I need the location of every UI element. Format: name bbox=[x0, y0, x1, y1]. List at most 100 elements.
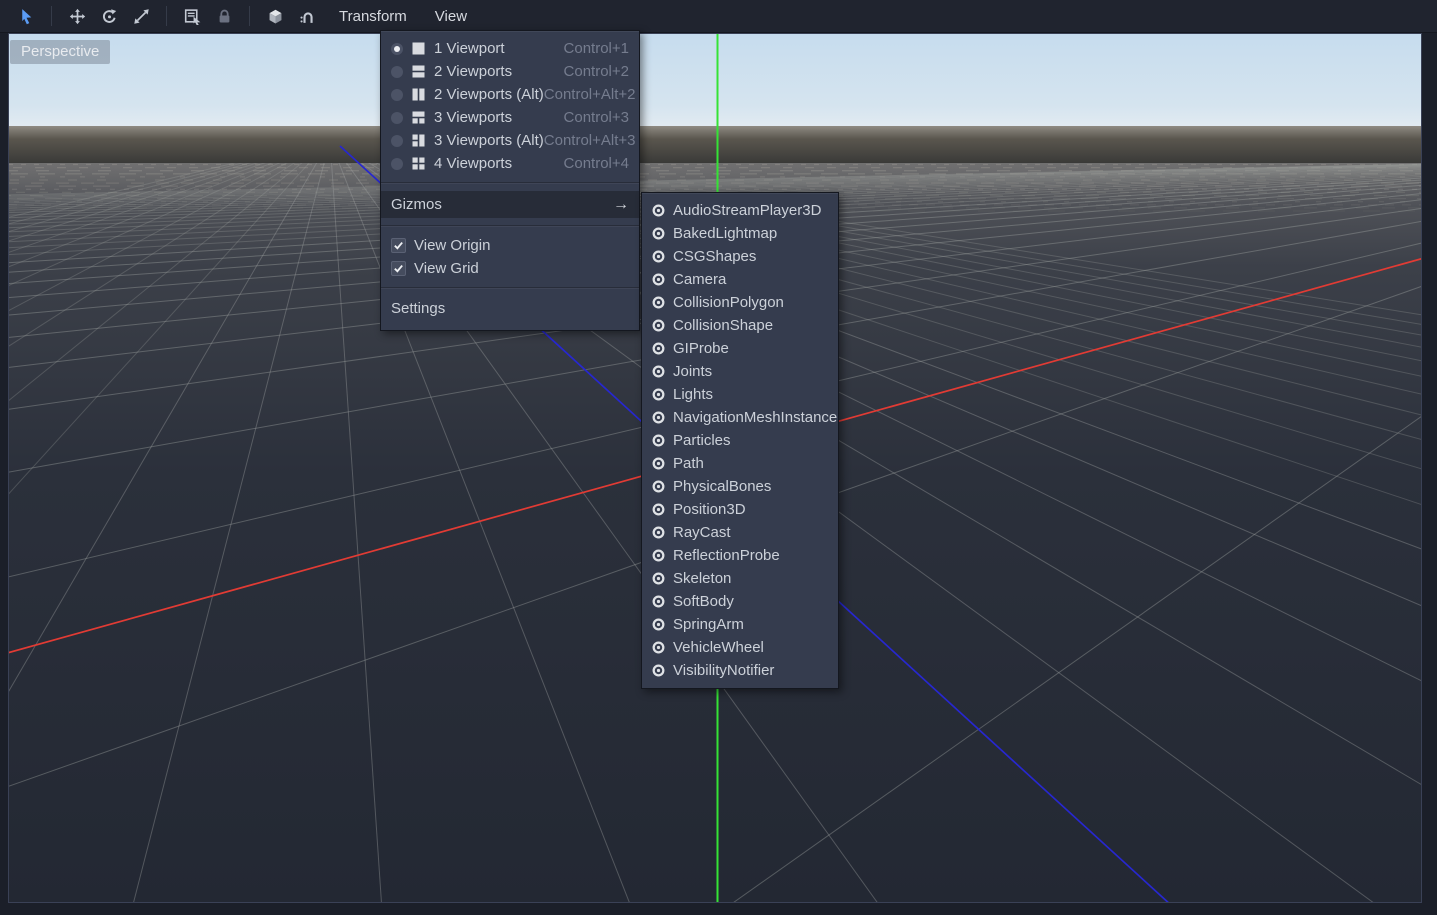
submenu-arrow-icon: → bbox=[442, 196, 629, 214]
rotate-tool-button[interactable] bbox=[94, 3, 124, 29]
gizmo-label: NavigationMeshInstance bbox=[673, 409, 837, 426]
gizmo-item-giprobe[interactable]: GIProbe bbox=[642, 337, 838, 360]
gizmo-item-navigationmeshinstance[interactable]: NavigationMeshInstance bbox=[642, 406, 838, 429]
scale-tool-button[interactable] bbox=[126, 3, 156, 29]
viewport-option-2-viewports-alt[interactable]: 2 Viewports (Alt)Control+Alt+2 bbox=[381, 83, 639, 106]
move-arrows-icon bbox=[69, 8, 86, 25]
gizmo-item-collisionpolygon[interactable]: CollisionPolygon bbox=[642, 291, 838, 314]
viewport-layout-icon-1 bbox=[411, 41, 426, 56]
radio-selected-icon bbox=[391, 43, 403, 55]
menu-item-view-origin[interactable]: View Origin bbox=[381, 234, 639, 257]
toggle-label: View Grid bbox=[414, 260, 479, 277]
visibility-eye-icon bbox=[651, 433, 666, 448]
menu-item-view-grid[interactable]: View Grid bbox=[381, 257, 639, 280]
gizmo-label: GIProbe bbox=[673, 340, 729, 357]
lock-selected-tool-button[interactable] bbox=[209, 3, 239, 29]
viewport-option-1-viewport[interactable]: 1 ViewportControl+1 bbox=[381, 37, 639, 60]
gizmo-item-joints[interactable]: Joints bbox=[642, 360, 838, 383]
visibility-eye-icon bbox=[651, 479, 666, 494]
gizmo-item-camera[interactable]: Camera bbox=[642, 268, 838, 291]
gizmo-item-position3d[interactable]: Position3D bbox=[642, 498, 838, 521]
visibility-eye-icon bbox=[651, 525, 666, 540]
viewport-layout-icon-4 bbox=[411, 156, 426, 171]
view-menu-dropdown: 1 ViewportControl+12 ViewportsControl+22… bbox=[380, 30, 640, 331]
visibility-eye-icon bbox=[651, 502, 666, 517]
gizmo-item-particles[interactable]: Particles bbox=[642, 429, 838, 452]
menu-transform[interactable]: Transform bbox=[327, 3, 419, 30]
gizmo-label: Path bbox=[673, 455, 704, 472]
menu-separator bbox=[381, 182, 639, 184]
gizmo-item-path[interactable]: Path bbox=[642, 452, 838, 475]
gizmo-item-bakedlightmap[interactable]: BakedLightmap bbox=[642, 222, 838, 245]
visibility-eye-icon bbox=[651, 663, 666, 678]
snap-toggle-button[interactable] bbox=[292, 3, 322, 29]
gizmo-label: SoftBody bbox=[673, 593, 734, 610]
godot-editor-window: Transform View Perspective 1 ViewportCon… bbox=[0, 0, 1437, 915]
gizmo-item-audiostreamplayer3d[interactable]: AudioStreamPlayer3D bbox=[642, 199, 838, 222]
local-space-toggle-button[interactable] bbox=[260, 3, 290, 29]
visibility-eye-icon bbox=[651, 456, 666, 471]
gizmo-label: VehicleWheel bbox=[673, 639, 764, 656]
visibility-eye-icon bbox=[651, 249, 666, 264]
radio-icon bbox=[391, 66, 403, 78]
toolbar: Transform View bbox=[0, 0, 1437, 33]
checkbox-checked-icon bbox=[391, 261, 406, 276]
radio-icon bbox=[391, 89, 403, 101]
gizmo-item-lights[interactable]: Lights bbox=[642, 383, 838, 406]
visibility-eye-icon bbox=[651, 295, 666, 310]
gizmo-item-csgshapes[interactable]: CSGShapes bbox=[642, 245, 838, 268]
gizmo-label: Lights bbox=[673, 386, 713, 403]
option-shortcut: Control+2 bbox=[512, 63, 629, 80]
gizmo-item-raycast[interactable]: RayCast bbox=[642, 521, 838, 544]
cube-icon bbox=[267, 8, 284, 25]
menu-item-gizmos[interactable]: Gizmos → bbox=[381, 191, 639, 218]
gizmo-item-vehiclewheel[interactable]: VehicleWheel bbox=[642, 636, 838, 659]
perspective-label[interactable]: Perspective bbox=[10, 40, 110, 64]
visibility-eye-icon bbox=[651, 272, 666, 287]
gizmo-label: CSGShapes bbox=[673, 248, 756, 265]
gizmo-item-springarm[interactable]: SpringArm bbox=[642, 613, 838, 636]
viewport-option-3-viewports[interactable]: 3 ViewportsControl+3 bbox=[381, 106, 639, 129]
gizmo-item-skeleton[interactable]: Skeleton bbox=[642, 567, 838, 590]
gizmo-item-collisionshape[interactable]: CollisionShape bbox=[642, 314, 838, 337]
gizmos-label: Gizmos bbox=[391, 196, 442, 213]
gizmo-item-softbody[interactable]: SoftBody bbox=[642, 590, 838, 613]
rotate-icon bbox=[101, 8, 118, 25]
option-shortcut: Control+Alt+3 bbox=[544, 132, 636, 149]
lock-icon bbox=[216, 8, 233, 25]
gizmo-label: Position3D bbox=[673, 501, 746, 518]
list-select-icon bbox=[184, 8, 201, 25]
gizmo-label: PhysicalBones bbox=[673, 478, 771, 495]
select-tool-button[interactable] bbox=[11, 3, 41, 29]
viewport-option-2-viewports[interactable]: 2 ViewportsControl+2 bbox=[381, 60, 639, 83]
magnet-icon bbox=[299, 8, 316, 25]
list-select-tool-button[interactable] bbox=[177, 3, 207, 29]
checkbox-checked-icon bbox=[391, 238, 406, 253]
gizmo-label: VisibilityNotifier bbox=[673, 662, 774, 679]
toolbar-separator bbox=[51, 6, 52, 26]
select-arrow-icon bbox=[18, 8, 35, 25]
radio-icon bbox=[391, 112, 403, 124]
gizmo-item-reflectionprobe[interactable]: ReflectionProbe bbox=[642, 544, 838, 567]
gizmo-label: CollisionPolygon bbox=[673, 294, 784, 311]
menu-view[interactable]: View bbox=[423, 3, 479, 30]
scale-icon bbox=[133, 8, 150, 25]
option-label: 3 Viewports bbox=[434, 109, 512, 126]
move-tool-button[interactable] bbox=[62, 3, 92, 29]
menu-separator bbox=[381, 287, 639, 289]
visibility-eye-icon bbox=[651, 318, 666, 333]
visibility-eye-icon bbox=[651, 203, 666, 218]
menu-item-settings[interactable]: Settings bbox=[381, 296, 639, 321]
viewport-option-4-viewports[interactable]: 4 ViewportsControl+4 bbox=[381, 152, 639, 175]
option-shortcut: Control+Alt+2 bbox=[544, 86, 636, 103]
viewport-option-3-viewports-alt[interactable]: 3 Viewports (Alt)Control+Alt+3 bbox=[381, 129, 639, 152]
gizmo-item-physicalbones[interactable]: PhysicalBones bbox=[642, 475, 838, 498]
viewport-layout-icon-2v bbox=[411, 87, 426, 102]
visibility-eye-icon bbox=[651, 364, 666, 379]
option-shortcut: Control+4 bbox=[512, 155, 629, 172]
gizmo-label: CollisionShape bbox=[673, 317, 773, 334]
gizmo-label: BakedLightmap bbox=[673, 225, 777, 242]
visibility-eye-icon bbox=[651, 594, 666, 609]
visibility-eye-icon bbox=[651, 410, 666, 425]
gizmo-item-visibilitynotifier[interactable]: VisibilityNotifier bbox=[642, 659, 838, 682]
